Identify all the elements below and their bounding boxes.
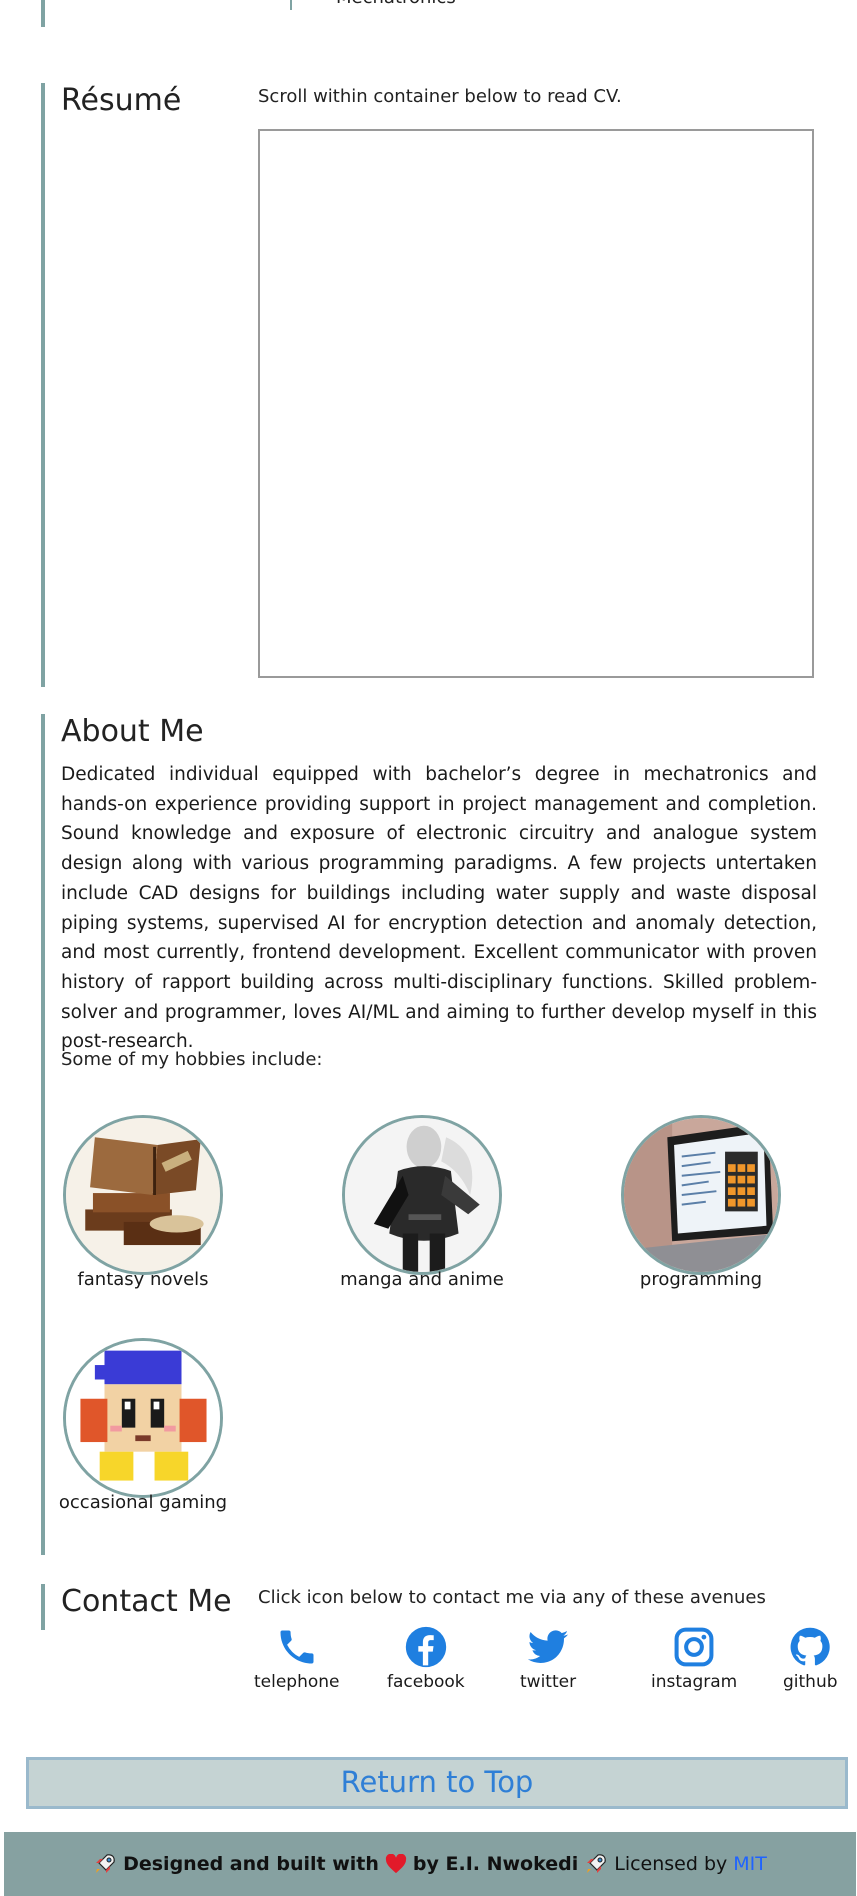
footer-license-text: Licensed by xyxy=(614,1853,728,1875)
section-bar-contact xyxy=(41,1584,45,1630)
tree-line xyxy=(290,0,292,10)
contact-github[interactable]: github xyxy=(783,1625,838,1692)
hobby-fantasy-novels: fantasy novels xyxy=(13,1115,273,1290)
resume-note: Scroll within container below to read CV… xyxy=(258,86,622,107)
hobby-label: manga and anime xyxy=(340,1269,504,1290)
contact-title: Contact Me xyxy=(61,1584,232,1619)
contact-instagram[interactable]: instagram xyxy=(651,1625,737,1692)
section-bar-top xyxy=(41,0,45,27)
hobby-gaming: occasional gaming xyxy=(13,1338,273,1513)
footer-designed-text: Designed and built with xyxy=(123,1853,379,1875)
rocket-icon xyxy=(587,1854,607,1873)
about-title: About Me xyxy=(61,714,204,749)
mit-license-link[interactable]: MIT xyxy=(733,1853,767,1875)
contact-label: github xyxy=(783,1672,838,1692)
section-bar-resume xyxy=(41,83,45,687)
return-to-top-button[interactable]: Return to Top xyxy=(26,1757,848,1809)
footer: Designed and built with by E.I. Nwokedi … xyxy=(4,1832,856,1896)
anime-hero-image xyxy=(342,1115,502,1275)
about-paragraph: Dedicated individual equipped with bache… xyxy=(61,764,817,1053)
rocket-icon xyxy=(96,1854,115,1873)
top-fragment-text: Mechatronics xyxy=(336,0,456,8)
books-scroll-image xyxy=(63,1115,223,1275)
phone-icon[interactable] xyxy=(275,1625,319,1669)
contact-label: telephone xyxy=(254,1672,340,1692)
github-icon[interactable] xyxy=(788,1625,832,1669)
hobby-label: occasional gaming xyxy=(58,1492,228,1513)
laptop-code-image xyxy=(621,1115,781,1275)
hobby-label: programming xyxy=(639,1269,763,1290)
pixel-character-image xyxy=(63,1338,223,1498)
hobby-label: fantasy novels xyxy=(77,1269,209,1290)
instagram-icon[interactable] xyxy=(672,1625,716,1669)
contact-telephone[interactable]: telephone xyxy=(254,1625,340,1692)
contact-note: Click icon below to contact me via any o… xyxy=(258,1587,766,1608)
facebook-icon[interactable] xyxy=(404,1625,448,1669)
contact-label: instagram xyxy=(651,1672,738,1692)
heart-icon xyxy=(385,1854,406,1874)
hobby-manga-anime: manga and anime xyxy=(292,1115,552,1290)
hobbies-intro: Some of my hobbies include: xyxy=(61,1049,323,1070)
contact-label: twitter xyxy=(520,1672,577,1692)
contact-facebook[interactable]: facebook xyxy=(387,1625,465,1692)
contact-label: facebook xyxy=(387,1672,465,1692)
contact-twitter[interactable]: twitter xyxy=(520,1625,576,1692)
cv-viewer[interactable] xyxy=(258,129,814,678)
footer-author-text: by E.I. Nwokedi xyxy=(412,1853,579,1875)
resume-title: Résumé xyxy=(61,83,182,118)
twitter-icon[interactable] xyxy=(526,1625,570,1669)
hobby-programming: programming xyxy=(571,1115,831,1290)
